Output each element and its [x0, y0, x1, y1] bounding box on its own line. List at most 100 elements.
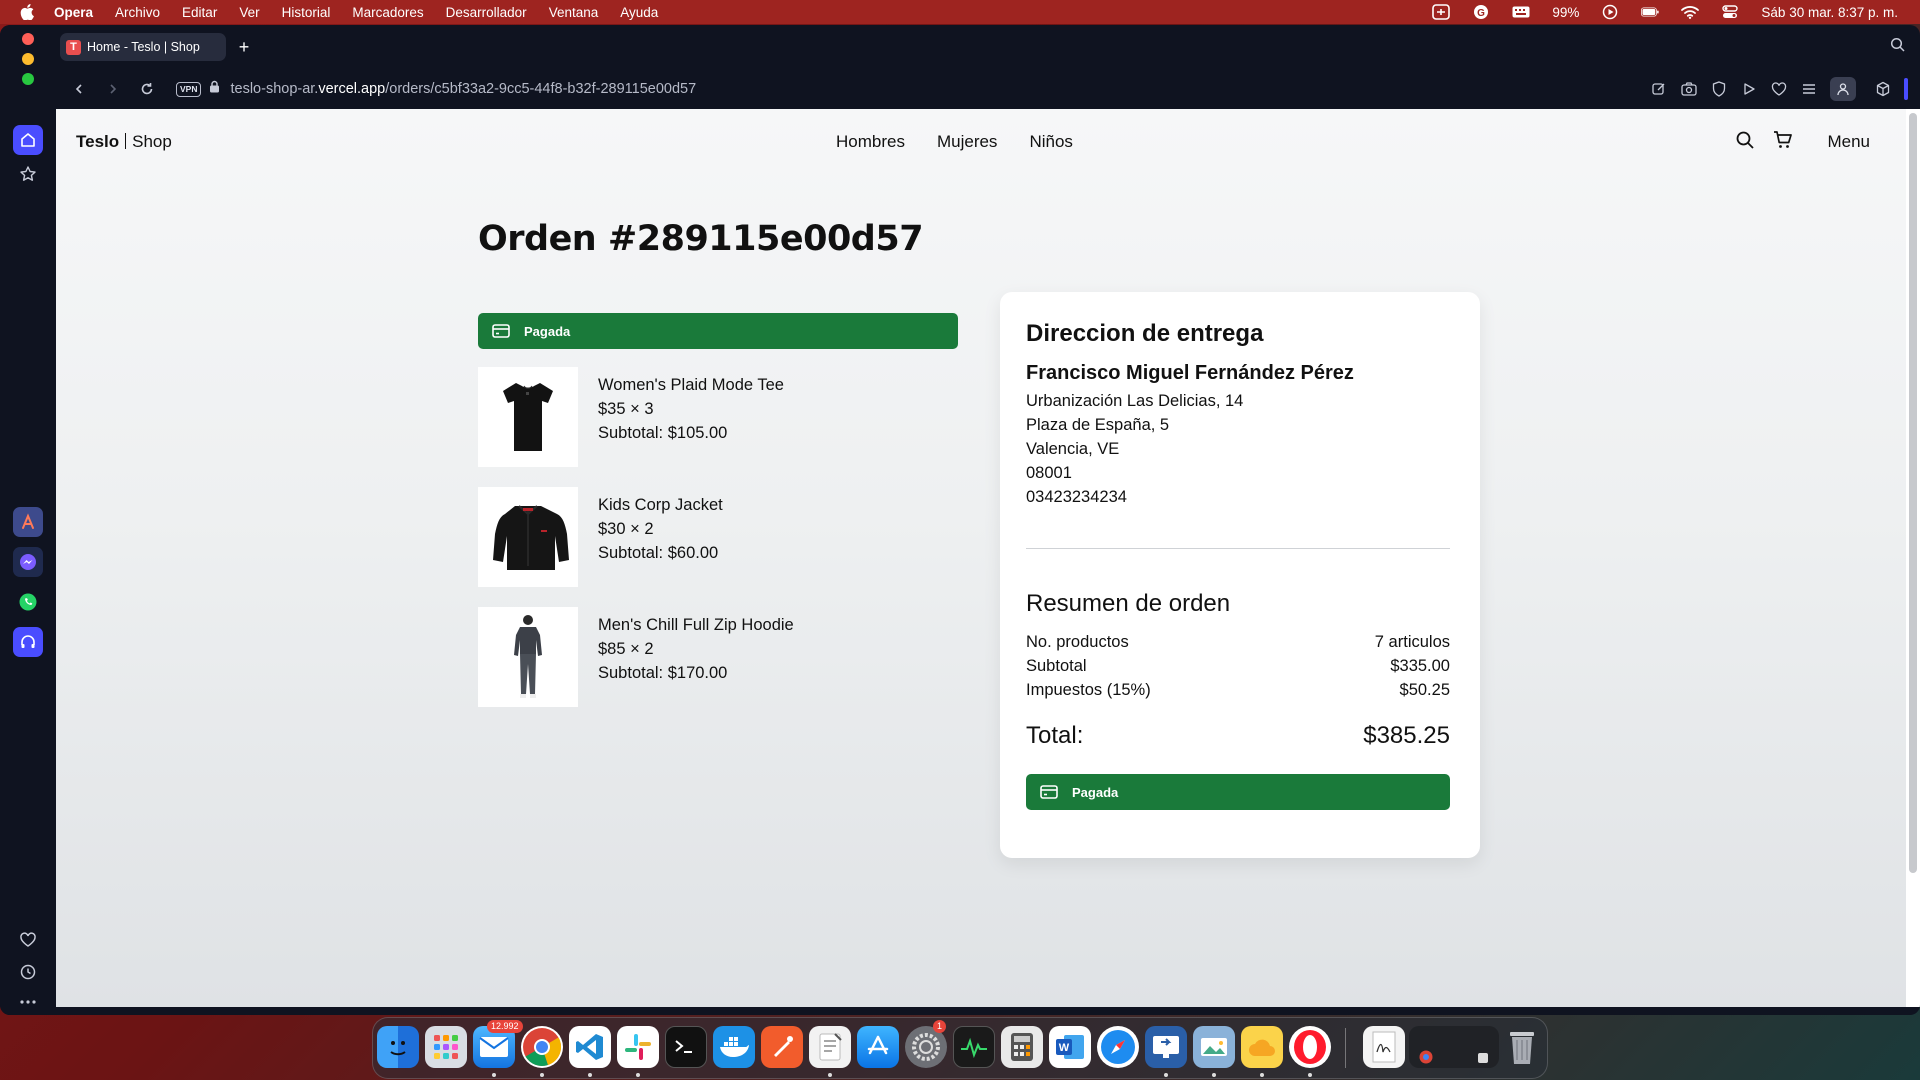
back-arrow-icon[interactable] [68, 78, 90, 100]
item-name: Kids Corp Jacket [598, 496, 723, 514]
teslo-favicon-icon: T [66, 39, 81, 55]
aria-ai-icon[interactable] [13, 507, 43, 537]
battery-percent: 99% [1552, 4, 1580, 20]
address-line: Plaza de España, 5 [1026, 416, 1170, 434]
menu-desarrollador[interactable]: Desarrollador [446, 5, 527, 20]
menu-ventana[interactable]: Ventana [549, 5, 599, 20]
menubar-clock[interactable]: Sáb 30 mar. 8:37 p. m. [1761, 5, 1898, 20]
trash-icon[interactable] [1501, 1026, 1543, 1068]
menu-marcadores[interactable]: Marcadores [352, 5, 423, 20]
postman-icon[interactable] [761, 1026, 803, 1068]
scrollbar-thumb[interactable] [1909, 113, 1917, 873]
svg-text:W: W [1059, 1042, 1070, 1054]
minimized-window-thumbnail[interactable] [1409, 1026, 1499, 1068]
grammarly-icon[interactable]: G [1472, 4, 1490, 20]
running-indicator [828, 1073, 832, 1077]
url-field[interactable]: teslo-shop-ar.vercel.app/orders/c5bf33a2… [230, 81, 696, 97]
whatsapp-icon[interactable] [13, 587, 43, 617]
battery-icon[interactable] [1641, 4, 1660, 20]
script-editor-icon[interactable] [809, 1026, 851, 1068]
messenger-icon[interactable] [13, 547, 43, 577]
logo-teslo: Teslo [76, 132, 120, 151]
nav-link-mujeres[interactable]: Mujeres [937, 132, 997, 152]
apple-icon[interactable] [20, 4, 34, 20]
page-scrollbar[interactable] [1906, 109, 1920, 1007]
keyboard-icon[interactable] [1512, 4, 1530, 20]
headphones-icon[interactable] [13, 627, 43, 657]
item-subtotal: Subtotal: $170.00 [598, 664, 728, 682]
shield-icon[interactable] [1710, 80, 1728, 98]
summary-row: Impuestos (15%) $50.25 [1026, 678, 1450, 702]
safari-icon[interactable] [1097, 1026, 1139, 1068]
profile-icon[interactable] [1830, 77, 1856, 101]
order-item: Kids Corp Jacket $30 × 2 Subtotal: $60.0… [478, 487, 958, 587]
total-label: Total: [1026, 722, 1084, 749]
easy-setup-icon[interactable] [1800, 80, 1818, 98]
terminal-icon[interactable] [665, 1026, 707, 1068]
slack-icon[interactable] [617, 1026, 659, 1068]
cart-icon[interactable] [1773, 130, 1793, 155]
vscode-icon[interactable] [569, 1026, 611, 1068]
finder-icon[interactable] [377, 1026, 419, 1068]
tab-search-icon[interactable] [1890, 37, 1906, 58]
menu-archivo[interactable]: Archivo [115, 5, 160, 20]
control-center-icon[interactable] [1721, 4, 1739, 20]
launchpad-icon[interactable] [425, 1026, 467, 1068]
activity-monitor-icon[interactable] [953, 1026, 995, 1068]
settings-badge: 1 [933, 1020, 947, 1033]
forward-arrow-icon[interactable] [102, 78, 124, 100]
menu-ayuda[interactable]: Ayuda [620, 5, 658, 20]
menu-editar[interactable]: Editar [182, 5, 217, 20]
play-icon[interactable] [1740, 80, 1758, 98]
app-menu-opera[interactable]: Opera [54, 5, 93, 20]
zoom-window-button[interactable] [22, 73, 34, 85]
home-icon[interactable] [13, 125, 43, 155]
menu-historial[interactable]: Historial [282, 5, 331, 20]
heart-bookmark-icon[interactable] [1770, 80, 1788, 98]
preview-icon[interactable] [1193, 1026, 1235, 1068]
more-dots-icon[interactable] [13, 987, 43, 1015]
edit-icon[interactable] [1650, 80, 1668, 98]
vpn-badge[interactable]: VPN [176, 81, 202, 97]
docker-icon[interactable] [713, 1026, 755, 1068]
menu-button[interactable]: Menu [1827, 132, 1870, 152]
history-clock-icon[interactable] [13, 957, 43, 987]
nav-link-hombres[interactable]: Hombres [836, 132, 905, 152]
site-logo[interactable]: Teslo Shop [76, 132, 172, 152]
item-name: Men's Chill Full Zip Hoodie [598, 616, 794, 634]
wifi-icon[interactable] [1681, 4, 1700, 20]
star-icon[interactable] [13, 159, 43, 189]
menu-ver[interactable]: Ver [239, 5, 259, 20]
cloud-app-icon[interactable] [1241, 1026, 1283, 1068]
delivery-name: Francisco Miguel Fernández Pérez [1026, 362, 1354, 384]
word-icon[interactable]: W [1049, 1026, 1091, 1068]
item-price-qty: $85 × 2 [598, 640, 654, 658]
jacket-icon [478, 487, 578, 587]
screen-mirror-icon[interactable] [1432, 4, 1451, 20]
page-viewport: Teslo Shop Hombres Mujeres Niños Menu Ord… [56, 109, 1906, 1007]
chrome-icon[interactable] [521, 1026, 563, 1068]
url-domain: vercel.app [318, 81, 386, 97]
browser-window: T Home - Teslo | Shop + VPN teslo-shop-a… [0, 25, 1920, 1015]
extensions-cube-icon[interactable] [1874, 80, 1892, 98]
heart-icon[interactable] [13, 925, 43, 955]
remote-desktop-icon[interactable] [1145, 1026, 1187, 1068]
new-tab-plus-icon[interactable]: + [234, 37, 254, 57]
site-search-icon[interactable] [1735, 130, 1755, 155]
opera-icon[interactable] [1289, 1026, 1331, 1068]
play-circle-icon[interactable] [1601, 4, 1619, 20]
delivery-heading: Direccion de entrega [1026, 320, 1264, 347]
close-window-button[interactable] [22, 33, 34, 45]
address-postal-code: 08001 [1026, 464, 1072, 482]
camera-icon[interactable] [1680, 80, 1698, 98]
calculator-icon[interactable] [1001, 1026, 1043, 1068]
summary-value: $50.25 [1399, 681, 1450, 699]
tab-home-teslo[interactable]: T Home - Teslo | Shop [60, 33, 226, 61]
reload-icon[interactable] [136, 78, 158, 100]
lock-icon[interactable] [209, 80, 220, 98]
signature-document-icon[interactable] [1363, 1026, 1405, 1068]
sidebar-toggle-indicator[interactable] [1904, 78, 1908, 100]
app-store-icon[interactable] [857, 1026, 899, 1068]
minimize-window-button[interactable] [22, 53, 34, 65]
nav-link-ninos[interactable]: Niños [1029, 132, 1072, 152]
